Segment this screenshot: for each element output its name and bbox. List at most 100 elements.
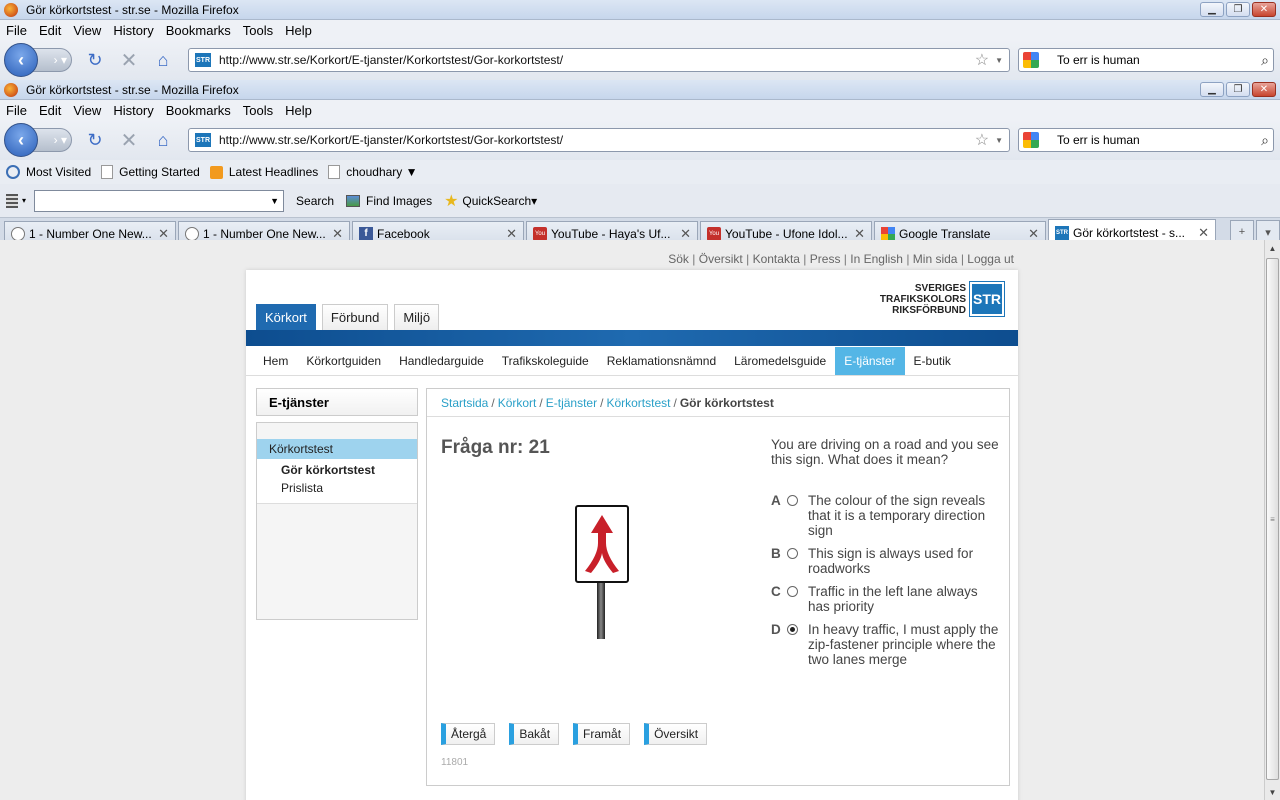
- subnav-laromedelsguide[interactable]: Läromedelsguide: [725, 347, 835, 375]
- reload-icon[interactable]: ↻: [84, 49, 106, 71]
- answer-d[interactable]: D In heavy traffic, I must apply the zip…: [771, 622, 1001, 667]
- bookmark-most-visited[interactable]: Most Visited: [6, 165, 91, 179]
- home-icon[interactable]: ⌂: [152, 49, 174, 71]
- search-input[interactable]: To err is human: [1043, 53, 1261, 67]
- menu-file[interactable]: File: [6, 103, 27, 118]
- menu-bookmarks[interactable]: Bookmarks: [166, 23, 231, 38]
- oversikt-button[interactable]: Översikt: [644, 723, 708, 745]
- find-images-button[interactable]: Find Images: [346, 194, 432, 208]
- subnav-handledarguide[interactable]: Handledarguide: [390, 347, 493, 375]
- main-tab-miljo[interactable]: Miljö: [394, 304, 440, 330]
- close-tab-icon[interactable]: ✕: [1198, 225, 1209, 241]
- subnav-e-butik[interactable]: E-butik: [905, 347, 960, 375]
- breadcrumb-startsida[interactable]: Startsida: [441, 396, 488, 410]
- top-link-sok[interactable]: Sök: [668, 252, 689, 266]
- top-link-oversikt[interactable]: Översikt: [699, 252, 743, 266]
- url-bar[interactable]: STR http://www.str.se/Korkort/E-tjanster…: [188, 48, 1010, 72]
- menu-help[interactable]: Help: [285, 23, 312, 38]
- search-bar[interactable]: To err is human ⌕: [1018, 128, 1274, 152]
- url-bar[interactable]: STR http://www.str.se/Korkort/E-tjanster…: [188, 128, 1010, 152]
- toolbar-search-button[interactable]: Search: [296, 194, 334, 208]
- framat-button[interactable]: Framåt: [573, 723, 631, 745]
- bookmark-getting-started[interactable]: Getting Started: [101, 165, 200, 179]
- restore-button[interactable]: ❐: [1226, 2, 1250, 17]
- scroll-down-icon[interactable]: ▼: [1265, 784, 1280, 800]
- breadcrumb: Startsida / Körkort / E-tjänster / Körkorts…: [427, 389, 1009, 417]
- answer-c[interactable]: C Traffic in the left lane always has pr…: [771, 584, 1001, 614]
- search-input[interactable]: To err is human: [1043, 133, 1261, 147]
- top-link-english[interactable]: In English: [850, 252, 903, 266]
- sidebar-item-gor-korkortstest[interactable]: Gör körkortstest: [257, 461, 417, 479]
- toolbar-search-combo[interactable]: ▼: [34, 189, 285, 212]
- menu-view[interactable]: View: [73, 23, 101, 38]
- top-link-min-sida[interactable]: Min sida: [913, 252, 958, 266]
- top-link-press[interactable]: Press: [810, 252, 841, 266]
- menu-bookmarks[interactable]: Bookmarks: [166, 103, 231, 118]
- subnav-e-tjanster[interactable]: E-tjänster: [835, 346, 905, 375]
- bookmark-star-icon[interactable]: ☆: [975, 50, 989, 70]
- search-bar[interactable]: To err is human ⌕: [1018, 48, 1274, 72]
- subnav-korkortguiden[interactable]: Körkortguiden: [297, 347, 390, 375]
- bakat-button[interactable]: Bakåt: [509, 723, 560, 745]
- stop-icon[interactable]: ✕: [118, 49, 140, 72]
- answer-b-radio[interactable]: [787, 548, 798, 559]
- bookmark-latest-headlines[interactable]: Latest Headlines: [209, 165, 318, 179]
- minimize-button[interactable]: ▁: [1200, 82, 1224, 97]
- menu-tools[interactable]: Tools: [243, 103, 273, 118]
- toolbar-grip-icon[interactable]: [6, 193, 18, 208]
- top-link-logga-ut[interactable]: Logga ut: [967, 252, 1014, 266]
- menu-tools[interactable]: Tools: [243, 23, 273, 38]
- menu-history[interactable]: History: [113, 103, 153, 118]
- bookmark-star-icon[interactable]: ☆: [975, 130, 989, 150]
- answer-a[interactable]: A The colour of the sign reveals that it…: [771, 493, 1001, 538]
- subnav-reklamationsnamnd[interactable]: Reklamationsnämnd: [598, 347, 725, 375]
- breadcrumb-korkortstest[interactable]: Körkortstest: [606, 396, 670, 410]
- url-text[interactable]: http://www.str.se/Korkort/E-tjanster/Kor…: [219, 133, 975, 147]
- stop-icon[interactable]: ✕: [118, 129, 140, 152]
- menu-file[interactable]: File: [6, 23, 27, 38]
- sidebar-item-prislista[interactable]: Prislista: [257, 479, 417, 497]
- restore-button[interactable]: ❐: [1226, 82, 1250, 97]
- minimize-button[interactable]: ▁: [1200, 2, 1224, 17]
- toolbar-menu-icon[interactable]: ▾: [22, 196, 26, 205]
- menu-view[interactable]: View: [73, 103, 101, 118]
- subnav-hem[interactable]: Hem: [254, 347, 297, 375]
- reload-icon[interactable]: ↻: [84, 129, 106, 151]
- quicksearch-button[interactable]: ★ QuickSearch▾: [444, 191, 537, 211]
- menu-history[interactable]: History: [113, 23, 153, 38]
- back-button[interactable]: ‹: [4, 43, 38, 77]
- back-button[interactable]: ‹: [4, 123, 38, 157]
- top-link-kontakta[interactable]: Kontakta: [753, 252, 800, 266]
- answer-d-radio[interactable]: [787, 624, 798, 635]
- url-text[interactable]: http://www.str.se/Korkort/E-tjanster/Kor…: [219, 53, 975, 67]
- youtube-icon: You: [707, 226, 721, 241]
- atergå-button[interactable]: Återgå: [441, 723, 496, 745]
- sidebar-item-korkortstest[interactable]: Körkortstest: [257, 439, 417, 459]
- url-dropdown-icon[interactable]: ▼: [995, 56, 1003, 65]
- str-logo[interactable]: SVERIGES TRAFIKSKOLORS RIKSFÖRBUND STR: [880, 281, 1005, 317]
- answer-c-radio[interactable]: [787, 586, 798, 597]
- search-icon[interactable]: ⌕: [1261, 132, 1269, 149]
- close-window-button[interactable]: ✕: [1252, 2, 1276, 17]
- close-window-button[interactable]: ✕: [1252, 82, 1276, 97]
- answer-a-radio[interactable]: [787, 495, 798, 506]
- menu-edit[interactable]: Edit: [39, 103, 61, 118]
- vertical-scrollbar[interactable]: ▲ ≡ ▼: [1264, 240, 1280, 800]
- main-tab-korkort[interactable]: Körkort: [256, 304, 316, 330]
- most-visited-icon: [6, 165, 20, 179]
- menu-edit[interactable]: Edit: [39, 23, 61, 38]
- subnav-trafikskoleguide[interactable]: Trafikskoleguide: [493, 347, 598, 375]
- answer-b[interactable]: B This sign is always used for roadworks: [771, 546, 1001, 576]
- search-icon[interactable]: ⌕: [1261, 52, 1269, 69]
- google-icon[interactable]: [1023, 52, 1039, 68]
- breadcrumb-e-tjanster[interactable]: E-tjänster: [546, 396, 597, 410]
- menu-help[interactable]: Help: [285, 103, 312, 118]
- url-dropdown-icon[interactable]: ▼: [995, 136, 1003, 145]
- scroll-thumb[interactable]: ≡: [1266, 258, 1279, 780]
- home-icon[interactable]: ⌂: [152, 129, 174, 151]
- scroll-up-icon[interactable]: ▲: [1265, 240, 1280, 256]
- breadcrumb-korkort[interactable]: Körkort: [498, 396, 537, 410]
- google-icon[interactable]: [1023, 132, 1039, 148]
- main-tab-forbund[interactable]: Förbund: [321, 304, 389, 330]
- bookmark-choudhary[interactable]: choudhary ▼: [328, 165, 418, 179]
